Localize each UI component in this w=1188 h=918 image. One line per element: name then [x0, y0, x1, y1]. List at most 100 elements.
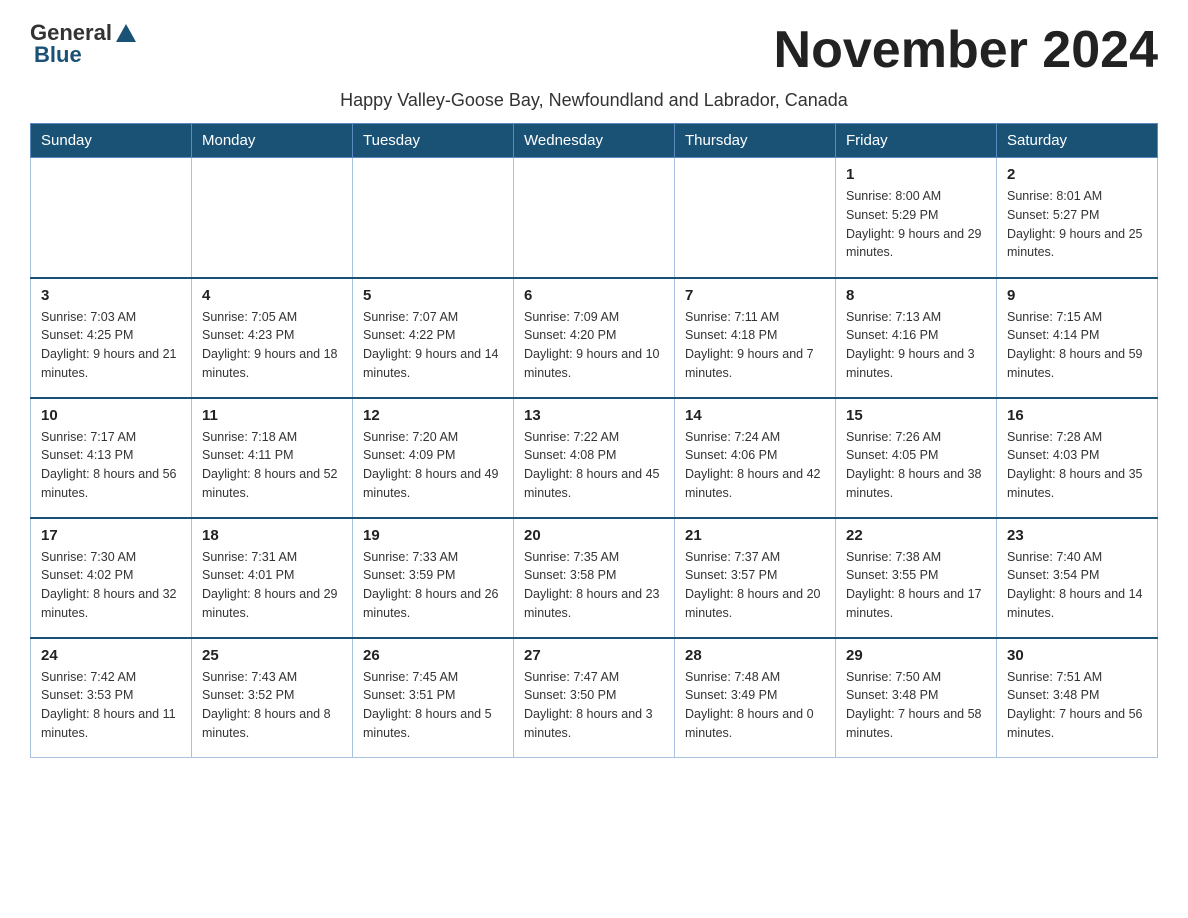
- day-info: Sunrise: 7:26 AMSunset: 4:05 PMDaylight:…: [846, 428, 986, 503]
- calendar-cell: 16 Sunrise: 7:28 AMSunset: 4:03 PMDayligh…: [997, 398, 1158, 518]
- day-info: Sunrise: 7:28 AMSunset: 4:03 PMDaylight:…: [1007, 428, 1147, 503]
- day-info: Sunrise: 7:42 AMSunset: 3:53 PMDaylight:…: [41, 668, 181, 743]
- day-number: 6: [524, 287, 664, 304]
- calendar-cell: [514, 158, 675, 278]
- calendar-week-4: 17Sunrise: 7:30 AMSunset: 4:02 PMDayligh…: [31, 518, 1158, 638]
- day-info: Sunrise: 7:05 AMSunset: 4:23 PMDaylight:…: [202, 308, 342, 383]
- day-number: 23: [1007, 527, 1147, 544]
- subtitle: Happy Valley-Goose Bay, Newfoundland and…: [30, 90, 1158, 111]
- day-info: Sunrise: 7:38 AMSunset: 3:55 PMDaylight:…: [846, 548, 986, 623]
- calendar-cell: 19 Sunrise: 7:33 AMSunset: 3:59 PMDayligh…: [353, 518, 514, 638]
- calendar-cell: 6 Sunrise: 7:09 AMSunset: 4:20 PMDaylight…: [514, 278, 675, 398]
- calendar-cell: 1 Sunrise: 8:00 AMSunset: 5:29 PMDaylight…: [836, 158, 997, 278]
- calendar-header-monday: Monday: [192, 124, 353, 158]
- calendar-cell: 9 Sunrise: 7:15 AMSunset: 4:14 PMDaylight…: [997, 278, 1158, 398]
- calendar-cell: 25 Sunrise: 7:43 AMSunset: 3:52 PMDayligh…: [192, 638, 353, 758]
- day-info: Sunrise: 7:33 AMSunset: 3:59 PMDaylight:…: [363, 548, 503, 623]
- calendar-cell: 27 Sunrise: 7:47 AMSunset: 3:50 PMDayligh…: [514, 638, 675, 758]
- logo: General Blue: [30, 20, 138, 68]
- day-number: 2: [1007, 166, 1147, 183]
- day-info: Sunrise: 7:07 AMSunset: 4:22 PMDaylight:…: [363, 308, 503, 383]
- calendar-header-thursday: Thursday: [675, 124, 836, 158]
- day-info: Sunrise: 7:45 AMSunset: 3:51 PMDaylight:…: [363, 668, 503, 743]
- day-info: Sunrise: 7:09 AMSunset: 4:20 PMDaylight:…: [524, 308, 664, 383]
- day-info: Sunrise: 7:50 AMSunset: 3:48 PMDaylight:…: [846, 668, 986, 743]
- day-info: Sunrise: 7:17 AMSunset: 4:13 PMDaylight:…: [41, 428, 181, 503]
- logo-triangle-icon: [116, 24, 136, 42]
- day-number: 26: [363, 647, 503, 664]
- day-number: 14: [685, 407, 825, 424]
- day-info: Sunrise: 7:47 AMSunset: 3:50 PMDaylight:…: [524, 668, 664, 743]
- day-number: 10: [41, 407, 181, 424]
- month-title: November 2024: [774, 20, 1158, 80]
- day-info: Sunrise: 7:31 AMSunset: 4:01 PMDaylight:…: [202, 548, 342, 623]
- calendar-cell: 8Sunrise: 7:13 AMSunset: 4:16 PMDaylight…: [836, 278, 997, 398]
- calendar-week-1: 1 Sunrise: 8:00 AMSunset: 5:29 PMDaylight…: [31, 158, 1158, 278]
- day-number: 8: [846, 287, 986, 304]
- calendar-cell: 5 Sunrise: 7:07 AMSunset: 4:22 PMDaylight…: [353, 278, 514, 398]
- calendar-cell: 17Sunrise: 7:30 AMSunset: 4:02 PMDayligh…: [31, 518, 192, 638]
- calendar-cell: [192, 158, 353, 278]
- calendar-cell: 22Sunrise: 7:38 AMSunset: 3:55 PMDayligh…: [836, 518, 997, 638]
- calendar-header-row: SundayMondayTuesdayWednesdayThursdayFrid…: [31, 124, 1158, 158]
- calendar-header-sunday: Sunday: [31, 124, 192, 158]
- day-number: 28: [685, 647, 825, 664]
- day-number: 17: [41, 527, 181, 544]
- day-number: 27: [524, 647, 664, 664]
- calendar-cell: 4 Sunrise: 7:05 AMSunset: 4:23 PMDaylight…: [192, 278, 353, 398]
- calendar-cell: 10 Sunrise: 7:17 AMSunset: 4:13 PMDayligh…: [31, 398, 192, 518]
- day-info: Sunrise: 7:24 AMSunset: 4:06 PMDaylight:…: [685, 428, 825, 503]
- calendar-week-3: 10 Sunrise: 7:17 AMSunset: 4:13 PMDayligh…: [31, 398, 1158, 518]
- day-info: Sunrise: 7:40 AMSunset: 3:54 PMDaylight:…: [1007, 548, 1147, 623]
- day-number: 13: [524, 407, 664, 424]
- calendar-cell: 2 Sunrise: 8:01 AMSunset: 5:27 PMDaylight…: [997, 158, 1158, 278]
- day-info: Sunrise: 7:48 AMSunset: 3:49 PMDaylight:…: [685, 668, 825, 743]
- calendar-cell: [31, 158, 192, 278]
- day-info: Sunrise: 7:43 AMSunset: 3:52 PMDaylight:…: [202, 668, 342, 743]
- day-info: Sunrise: 7:51 AMSunset: 3:48 PMDaylight:…: [1007, 668, 1147, 743]
- day-info: Sunrise: 7:03 AMSunset: 4:25 PMDaylight:…: [41, 308, 181, 383]
- calendar-cell: 29Sunrise: 7:50 AMSunset: 3:48 PMDayligh…: [836, 638, 997, 758]
- calendar-cell: [675, 158, 836, 278]
- day-number: 24: [41, 647, 181, 664]
- day-info: Sunrise: 7:37 AMSunset: 3:57 PMDaylight:…: [685, 548, 825, 623]
- day-info: Sunrise: 7:22 AMSunset: 4:08 PMDaylight:…: [524, 428, 664, 503]
- calendar-cell: 12Sunrise: 7:20 AMSunset: 4:09 PMDayligh…: [353, 398, 514, 518]
- calendar-cell: 18 Sunrise: 7:31 AMSunset: 4:01 PMDayligh…: [192, 518, 353, 638]
- day-info: Sunrise: 7:15 AMSunset: 4:14 PMDaylight:…: [1007, 308, 1147, 383]
- calendar-cell: 3 Sunrise: 7:03 AMSunset: 4:25 PMDaylight…: [31, 278, 192, 398]
- day-info: Sunrise: 7:35 AMSunset: 3:58 PMDaylight:…: [524, 548, 664, 623]
- day-info: Sunrise: 7:18 AMSunset: 4:11 PMDaylight:…: [202, 428, 342, 503]
- calendar-cell: 7Sunrise: 7:11 AMSunset: 4:18 PMDaylight…: [675, 278, 836, 398]
- calendar-week-5: 24 Sunrise: 7:42 AMSunset: 3:53 PMDayligh…: [31, 638, 1158, 758]
- day-info: Sunrise: 7:20 AMSunset: 4:09 PMDaylight:…: [363, 428, 503, 503]
- day-number: 5: [363, 287, 503, 304]
- calendar-cell: 21 Sunrise: 7:37 AMSunset: 3:57 PMDayligh…: [675, 518, 836, 638]
- calendar-cell: 23 Sunrise: 7:40 AMSunset: 3:54 PMDayligh…: [997, 518, 1158, 638]
- calendar-cell: 30 Sunrise: 7:51 AMSunset: 3:48 PMDayligh…: [997, 638, 1158, 758]
- day-number: 18: [202, 527, 342, 544]
- day-number: 7: [685, 287, 825, 304]
- calendar-header-wednesday: Wednesday: [514, 124, 675, 158]
- day-number: 1: [846, 166, 986, 183]
- calendar-cell: 20Sunrise: 7:35 AMSunset: 3:58 PMDayligh…: [514, 518, 675, 638]
- calendar-cell: 13 Sunrise: 7:22 AMSunset: 4:08 PMDayligh…: [514, 398, 675, 518]
- calendar-header-friday: Friday: [836, 124, 997, 158]
- day-number: 4: [202, 287, 342, 304]
- calendar-cell: 15 Sunrise: 7:26 AMSunset: 4:05 PMDayligh…: [836, 398, 997, 518]
- day-number: 16: [1007, 407, 1147, 424]
- day-info: Sunrise: 8:01 AMSunset: 5:27 PMDaylight:…: [1007, 187, 1147, 262]
- day-number: 19: [363, 527, 503, 544]
- day-info: Sunrise: 8:00 AMSunset: 5:29 PMDaylight:…: [846, 187, 986, 262]
- calendar-cell: [353, 158, 514, 278]
- calendar-table: SundayMondayTuesdayWednesdayThursdayFrid…: [30, 123, 1158, 758]
- day-number: 25: [202, 647, 342, 664]
- day-number: 30: [1007, 647, 1147, 664]
- day-number: 21: [685, 527, 825, 544]
- day-number: 9: [1007, 287, 1147, 304]
- day-number: 3: [41, 287, 181, 304]
- day-number: 15: [846, 407, 986, 424]
- logo-blue: Blue: [34, 42, 82, 67]
- calendar-cell: 26 Sunrise: 7:45 AMSunset: 3:51 PMDayligh…: [353, 638, 514, 758]
- calendar-header-saturday: Saturday: [997, 124, 1158, 158]
